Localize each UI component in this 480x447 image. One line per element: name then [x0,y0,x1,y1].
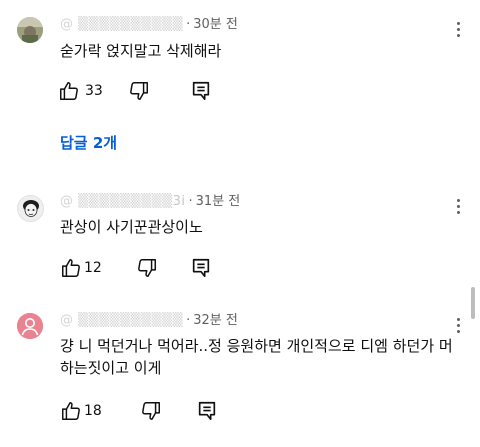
avatar[interactable] [17,195,44,222]
reply-icon[interactable] [190,257,212,279]
comment-handle[interactable]: @ [60,194,74,209]
view-replies-button[interactable]: 답글 2개 [60,134,117,152]
comment-handle[interactable]: @ [60,313,74,328]
more-vert-icon[interactable] [454,22,462,42]
comment-meta: @ ▒▒▒▒▒▒▒▒▒▒ · 30분 전 [60,17,238,32]
comment-text: 관상이 사기꾼관상이노 [60,218,203,236]
photo-avatar-icon [17,17,43,43]
comment-handle-suffix: 3i [172,194,186,209]
thumbs-up-icon[interactable] [60,400,82,422]
comment-handle[interactable]: @ [60,17,74,32]
default-person-icon [17,313,43,339]
thumbs-up-icon[interactable] [58,80,80,102]
sketch-avatar-icon [18,196,43,221]
comment-actions: 18 [58,400,258,424]
separator-dot: · [186,17,191,32]
thumbs-up-icon[interactable] [60,257,82,279]
comment-actions: 33 [58,80,258,104]
separator-dot: · [188,194,193,209]
scrollbar-thumb[interactable] [471,287,475,319]
thumbs-down-icon[interactable] [128,80,150,102]
like-count: 33 [85,83,103,99]
comment-meta: @ ▒▒▒▒▒▒▒▒▒3i · 31분 전 [60,194,241,209]
avatar[interactable] [17,17,43,43]
comment-text: 걍 니 먹던거나 먹어라..정 응원하면 개인적으로 디엠 하던가 머하는짓이고… [60,337,453,377]
comment-text: 숟가락 얹지말고 삭제해라 [60,42,222,60]
more-vert-icon[interactable] [454,318,462,338]
like-count: 18 [84,403,102,419]
reply-icon[interactable] [196,400,218,422]
reply-icon[interactable] [190,80,212,102]
thumbs-down-icon[interactable] [136,257,158,279]
comment-actions: 12 [58,257,258,281]
avatar[interactable] [17,313,43,339]
separator-dot: · [186,313,191,328]
comment-timestamp[interactable]: 30분 전 [193,17,238,32]
comment-timestamp[interactable]: 32분 전 [193,313,238,328]
thumbs-down-icon[interactable] [140,400,162,422]
like-count: 12 [84,260,102,276]
comment-timestamp[interactable]: 31분 전 [196,194,241,209]
comment-meta: @ ▒▒▒▒▒▒▒▒▒▒ · 32분 전 [60,313,238,328]
